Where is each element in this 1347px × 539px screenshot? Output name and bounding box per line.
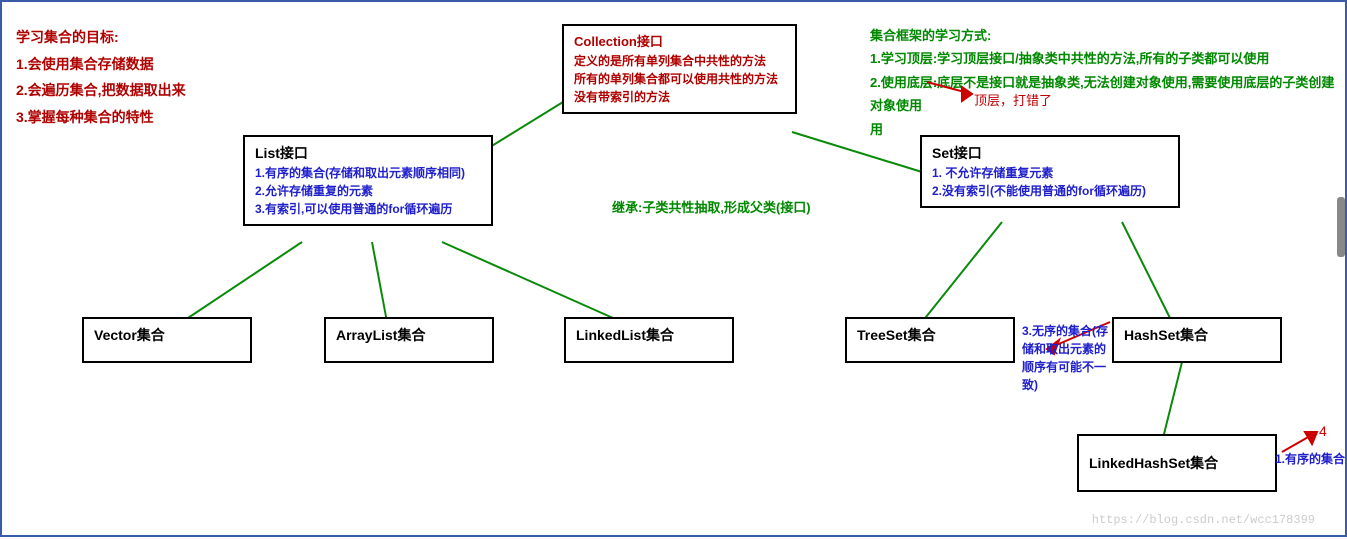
vector-box: Vector集合 [82, 317, 252, 363]
collection-title: Collection接口 [574, 32, 785, 52]
scrollbar-thumb[interactable] [1337, 197, 1345, 257]
collection-box: Collection接口 定义的是所有单列集合中共性的方法 所有的单列集合都可以… [562, 24, 797, 114]
goals-l3: 3.掌握每种集合的特性 [16, 104, 186, 131]
list-l1: 1.有序的集合(存储和取出元素顺序相同) [255, 164, 481, 182]
hashset-annotation: 3.无序的集合(存储和取出元素的顺序有可能不一致) [1022, 322, 1112, 394]
set-l2: 2.没有索引(不能使用普通的for循环遍历) [932, 182, 1168, 200]
vector-title: Vector集合 [94, 325, 240, 346]
study-l2: 2.使用底层:底层不是接口就是抽象类,无法创建对象使用,需要使用底层的子类创建对… [870, 71, 1340, 118]
hashset-title: HashSet集合 [1124, 325, 1270, 346]
study-method: 集合框架的学习方式: 1.学习顶层:学习顶层接口/抽象类中共性的方法,所有的子类… [870, 24, 1340, 141]
set-title: Set接口 [932, 143, 1168, 164]
collection-l2: 所有的单列集合都可以使用共性的方法 [574, 70, 785, 88]
arraylist-box: ArrayList集合 [324, 317, 494, 363]
inherit-label: 继承:子类共性抽取,形成父类(接口) [612, 197, 811, 216]
set-l1: 1. 不允许存储重复元素 [932, 164, 1168, 182]
list-l3: 3.有索引,可以使用普通的for循环遍历 [255, 200, 481, 218]
arraylist-title: ArrayList集合 [336, 325, 482, 346]
study-title: 集合框架的学习方式: [870, 24, 1340, 47]
linkedhashset-annotation: 1.有序的集合 [1275, 450, 1345, 467]
learning-goals: 学习集合的目标: 1.会使用集合存储数据 2.会遍历集合,把数据取出来 3.掌握… [16, 24, 186, 130]
linkedhashset-title: LinkedHashSet集合 [1089, 453, 1218, 474]
goals-l1: 1.会使用集合存储数据 [16, 51, 186, 78]
watermark-text: https://blog.csdn.net/wcc178399 [1092, 513, 1315, 527]
treeset-box: TreeSet集合 [845, 317, 1015, 363]
goals-l2: 2.会遍历集合,把数据取出来 [16, 77, 186, 104]
hashset-box: HashSet集合 [1112, 317, 1282, 363]
study-l1: 1.学习顶层:学习顶层接口/抽象类中共性的方法,所有的子类都可以使用 [870, 47, 1340, 70]
linkedlist-box: LinkedList集合 [564, 317, 734, 363]
linkedlist-title: LinkedList集合 [576, 325, 722, 346]
treeset-title: TreeSet集合 [857, 325, 1003, 346]
collection-l1: 定义的是所有单列集合中共性的方法 [574, 52, 785, 70]
list-title: List接口 [255, 143, 481, 164]
annotation-number-4: 4 [1319, 423, 1327, 439]
collection-l3: 没有带索引的方法 [574, 88, 785, 106]
set-box: Set接口 1. 不允许存储重复元素 2.没有索引(不能使用普通的for循环遍历… [920, 135, 1180, 208]
linkedhashset-box: LinkedHashSet集合 [1077, 434, 1277, 492]
list-l2: 2.允许存储重复的元素 [255, 182, 481, 200]
goals-title: 学习集合的目标: [16, 24, 186, 51]
top-typo-annotation: 顶层，打错了 [974, 90, 1052, 109]
list-box: List接口 1.有序的集合(存储和取出元素顺序相同) 2.允许存储重复的元素 … [243, 135, 493, 226]
